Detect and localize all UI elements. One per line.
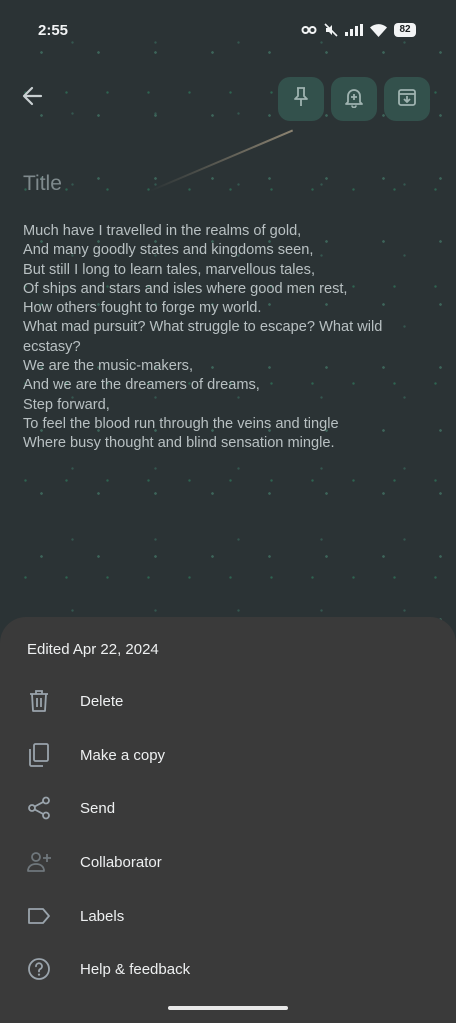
note-line: What mad pursuit? What struggle to escap… — [23, 319, 383, 336]
menu-item-collaborator[interactable]: Collaborator — [0, 837, 456, 887]
home-indicator[interactable] — [168, 1006, 288, 1010]
note-line: Much have I travelled in the realms of g… — [23, 223, 302, 239]
signal-icon — [345, 24, 363, 36]
label-icon — [26, 903, 52, 929]
note-line: And we are the dreamers of dreams, — [23, 377, 260, 394]
status-icons: 82 — [301, 23, 416, 37]
vpn-key-icon — [301, 24, 317, 36]
person-add-icon — [26, 849, 52, 875]
arrow-left-icon — [21, 85, 43, 112]
pin-button[interactable] — [278, 77, 324, 121]
menu-item-labels[interactable]: Labels — [0, 891, 456, 941]
status-bar: 2:55 82 — [0, 0, 456, 64]
pin-icon — [291, 86, 311, 113]
note-line: Where busy thought and blind sensation m… — [23, 435, 335, 452]
back-button[interactable] — [14, 80, 50, 116]
note-line: Step forward, — [23, 396, 110, 413]
archive-icon — [397, 87, 417, 112]
trash-icon — [26, 688, 52, 714]
menu-label: Delete — [80, 692, 124, 710]
note-line: ecstasy? — [23, 338, 81, 355]
note-body-text[interactable]: Much have I travelled in the realms of g… — [23, 222, 433, 454]
wifi-icon — [370, 23, 387, 37]
battery-level: 82 — [394, 23, 416, 37]
note-line: Of ships and stars and isles where good … — [23, 280, 348, 297]
menu-item-delete[interactable]: Delete — [0, 676, 456, 726]
menu-label: Send — [80, 799, 116, 817]
note-line: To feel the blood run through the veins … — [23, 415, 339, 432]
menu-label: Collaborator — [80, 853, 162, 871]
menu-label: Make a copy — [80, 746, 166, 764]
options-bottom-sheet: Edited Apr 22, 2024 Delete Make a copy S… — [0, 617, 456, 1023]
share-icon — [26, 795, 52, 821]
note-line: We are the music-makers, — [23, 358, 194, 375]
menu-label: Help & feedback — [80, 960, 191, 978]
menu-item-send[interactable]: Send — [0, 783, 456, 833]
copy-icon — [26, 742, 52, 768]
menu-item-help-feedback[interactable]: Help & feedback — [0, 944, 456, 994]
menu-label: Labels — [80, 907, 125, 925]
status-time: 2:55 — [38, 22, 69, 39]
muted-speaker-icon — [324, 23, 338, 37]
reminder-button[interactable] — [331, 77, 377, 121]
note-line: How others fought to forge my world. — [23, 300, 262, 317]
edited-timestamp: Edited Apr 22, 2024 — [27, 641, 159, 658]
note-line: But still I long to learn tales, marvell… — [23, 261, 316, 278]
note-title-input[interactable]: Title — [23, 172, 62, 196]
menu-item-make-a-copy[interactable]: Make a copy — [0, 730, 456, 780]
archive-button[interactable] — [384, 77, 430, 121]
bell-plus-icon — [344, 86, 364, 113]
note-line: And many goodly states and kingdoms seen… — [23, 242, 314, 259]
help-icon — [26, 956, 52, 982]
